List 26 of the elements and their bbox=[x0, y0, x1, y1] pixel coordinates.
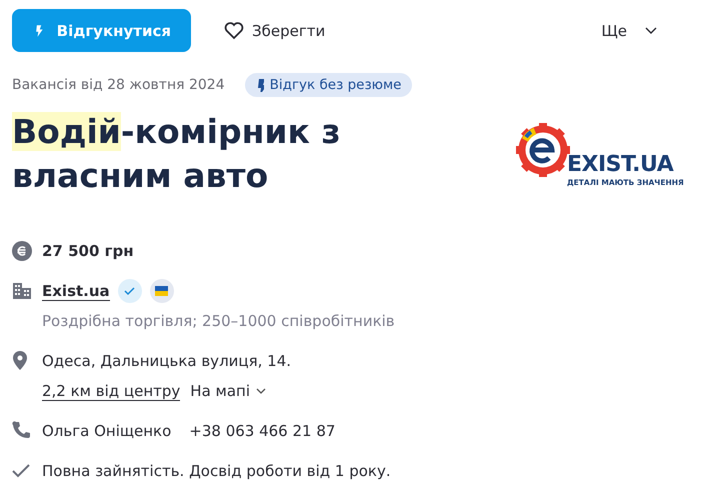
building-icon bbox=[12, 281, 32, 301]
gear-logo-icon bbox=[515, 122, 571, 178]
check-icon bbox=[124, 286, 136, 296]
logo-text: EXIST.UA bbox=[567, 152, 674, 177]
distance-link[interactable]: 2,2 км від центру bbox=[42, 382, 180, 400]
chevron-down-icon bbox=[645, 26, 657, 34]
no-resume-badge: Відгук без резюме bbox=[244, 73, 412, 97]
more-button[interactable]: Ще bbox=[601, 22, 657, 40]
address: Одеса, Дальницька вулиця, 14. bbox=[42, 352, 292, 370]
salary: 27 500 грн bbox=[42, 242, 134, 260]
posting-date: Вакансія від 28 жовтня 2024 bbox=[12, 77, 225, 93]
contact-name: Ольга Оніщенко bbox=[42, 422, 172, 440]
heart-icon bbox=[224, 21, 244, 40]
chevron-down-icon bbox=[256, 388, 266, 394]
company-details: Роздрібна торгівля; 250–1000 співробітників bbox=[42, 312, 395, 330]
map-button[interactable]: На мапі bbox=[190, 382, 266, 400]
job-title: Водій-комірник з власним авто bbox=[12, 111, 342, 197]
save-button[interactable]: Зберегти bbox=[224, 21, 326, 40]
phone-link[interactable]: +38 063 466 21 87 bbox=[189, 422, 336, 440]
lightning-icon bbox=[34, 22, 43, 38]
employment-conditions: Повна зайнятість. Досвід роботи від 1 року. bbox=[42, 462, 391, 480]
company-link[interactable]: Exist.ua bbox=[42, 282, 110, 300]
check-icon bbox=[12, 463, 32, 479]
location-pin-icon bbox=[12, 351, 28, 371]
flag-icon bbox=[155, 286, 168, 296]
phone-icon bbox=[12, 421, 32, 441]
